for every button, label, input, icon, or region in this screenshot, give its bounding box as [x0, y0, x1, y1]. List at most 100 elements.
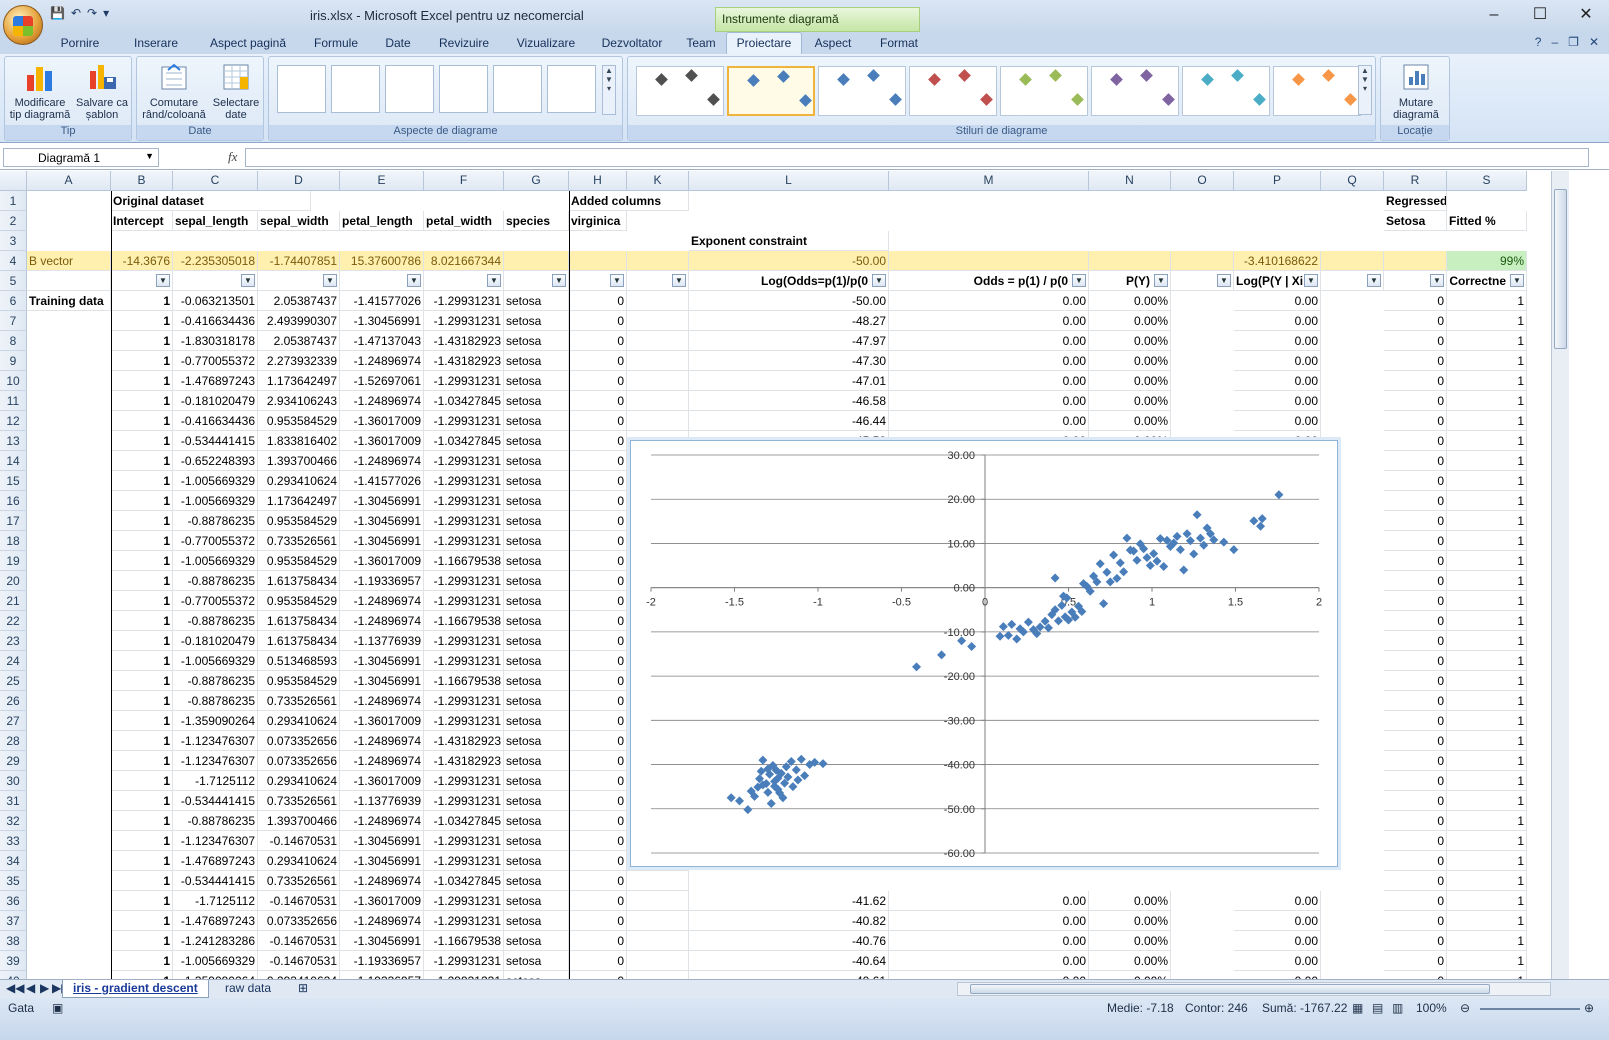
- cell[interactable]: 0.00: [889, 311, 1089, 331]
- cell[interactable]: 0: [569, 451, 627, 471]
- cell[interactable]: 0.00: [1234, 351, 1321, 371]
- cell[interactable]: 0.00: [1234, 951, 1321, 971]
- layout-thumbnail[interactable]: [277, 65, 326, 113]
- cell[interactable]: -46.44: [689, 411, 889, 431]
- cell[interactable]: 0.00: [889, 931, 1089, 951]
- row-header[interactable]: 17: [0, 511, 27, 531]
- row-header[interactable]: 19: [0, 551, 27, 571]
- row-header[interactable]: 7: [0, 311, 27, 331]
- cell[interactable]: -1.24896974: [340, 611, 424, 631]
- cell[interactable]: setosa: [504, 551, 569, 571]
- cell[interactable]: 1: [111, 931, 173, 951]
- cell[interactable]: 0.00%: [1089, 891, 1171, 911]
- cell[interactable]: -1.29931231: [424, 451, 504, 471]
- cell[interactable]: 0: [569, 891, 627, 911]
- column-header[interactable]: E: [340, 171, 424, 191]
- cell[interactable]: -1.36017009: [340, 891, 424, 911]
- cell[interactable]: -1.41577026: [340, 471, 424, 491]
- column-title[interactable]: Setosa: [1384, 211, 1447, 231]
- row-header[interactable]: 22: [0, 611, 27, 631]
- row-header[interactable]: 23: [0, 631, 27, 651]
- cell[interactable]: -1.30456991: [340, 671, 424, 691]
- column-header[interactable]: F: [424, 171, 504, 191]
- tab-format[interactable]: Format: [864, 33, 934, 53]
- sheet-tab-active[interactable]: iris - gradient descent: [62, 980, 209, 998]
- cell[interactable]: 1: [111, 631, 173, 651]
- cell[interactable]: [569, 251, 627, 271]
- cell[interactable]: 1: [1447, 831, 1527, 851]
- cell[interactable]: setosa: [504, 891, 569, 911]
- minimize-workbook-icon[interactable]: –: [1551, 35, 1558, 49]
- cell[interactable]: 1.173642497: [258, 371, 340, 391]
- cell[interactable]: -0.88786235: [173, 611, 258, 631]
- column-title[interactable]: Exponent constraint: [689, 231, 889, 251]
- function-icon[interactable]: fx: [228, 149, 237, 165]
- cell[interactable]: -48.27: [689, 311, 889, 331]
- cell[interactable]: 0: [1384, 691, 1447, 711]
- cell[interactable]: 0: [569, 951, 627, 971]
- cell[interactable]: -1.36017009: [340, 551, 424, 571]
- cell[interactable]: -0.88786235: [173, 511, 258, 531]
- cell[interactable]: 0.00: [889, 291, 1089, 311]
- tab-vizualizare[interactable]: Vizualizare: [504, 33, 588, 53]
- cell[interactable]: -0.770055372: [173, 351, 258, 371]
- undo-icon[interactable]: ↶: [71, 6, 81, 20]
- cell[interactable]: 0: [1384, 931, 1447, 951]
- cell[interactable]: [889, 251, 1089, 271]
- zoom-in-icon[interactable]: ⊕: [1584, 1001, 1594, 1015]
- cell[interactable]: 0.00%: [1089, 951, 1171, 971]
- cell[interactable]: 0: [1384, 891, 1447, 911]
- cell[interactable]: 1: [111, 531, 173, 551]
- cell[interactable]: 0.00%: [1089, 411, 1171, 431]
- cell[interactable]: -1.43182923: [424, 731, 504, 751]
- cell[interactable]: -1.36017009: [340, 711, 424, 731]
- cell[interactable]: ▼: [340, 271, 424, 291]
- cell[interactable]: 0: [569, 291, 627, 311]
- cell[interactable]: 1: [1447, 851, 1527, 871]
- column-header[interactable]: K: [627, 171, 689, 191]
- horizontal-scroll-thumb[interactable]: [970, 984, 1490, 994]
- row-header[interactable]: 39: [0, 951, 27, 971]
- cell[interactable]: -1.24896974: [340, 351, 424, 371]
- chart-style-option[interactable]: [1182, 66, 1270, 116]
- cell[interactable]: setosa: [504, 431, 569, 451]
- section-label[interactable]: Regressed: [1384, 191, 1447, 211]
- cell[interactable]: 0: [1384, 591, 1447, 611]
- cell[interactable]: 0: [569, 331, 627, 351]
- cell[interactable]: 1: [111, 731, 173, 751]
- cell[interactable]: 0: [569, 811, 627, 831]
- cell[interactable]: 0.00%: [1089, 291, 1171, 311]
- cell[interactable]: setosa: [504, 931, 569, 951]
- cell[interactable]: -40.64: [689, 951, 889, 971]
- cell[interactable]: 0: [569, 731, 627, 751]
- formula-input[interactable]: [245, 148, 1589, 167]
- row-header[interactable]: 14: [0, 451, 27, 471]
- section-label[interactable]: Added columns: [569, 191, 689, 211]
- cell[interactable]: setosa: [504, 371, 569, 391]
- filter-dropdown-icon[interactable]: ▼: [1154, 274, 1168, 287]
- cell[interactable]: -1.123476307: [173, 751, 258, 771]
- cell[interactable]: 1: [1447, 871, 1527, 891]
- page-break-view-icon[interactable]: ▥: [1392, 1001, 1403, 1015]
- cell[interactable]: 1: [1447, 571, 1527, 591]
- cell[interactable]: setosa: [504, 831, 569, 851]
- cell[interactable]: -1.03427845: [424, 871, 504, 891]
- column-header[interactable]: N: [1089, 171, 1171, 191]
- cell[interactable]: 0: [1384, 711, 1447, 731]
- cell[interactable]: setosa: [504, 911, 569, 931]
- page-layout-view-icon[interactable]: ▤: [1372, 1001, 1383, 1015]
- cell[interactable]: setosa: [504, 471, 569, 491]
- cell[interactable]: -1.03427845: [424, 811, 504, 831]
- cell[interactable]: 0: [1384, 551, 1447, 571]
- cell[interactable]: 1: [1447, 391, 1527, 411]
- filter-dropdown-icon[interactable]: ▼: [1072, 274, 1086, 287]
- row-header[interactable]: 15: [0, 471, 27, 491]
- cell[interactable]: -1.30456991: [340, 531, 424, 551]
- cell[interactable]: -1.29931231: [424, 371, 504, 391]
- save-icon[interactable]: 💾: [50, 6, 65, 20]
- row-header[interactable]: 5: [0, 271, 27, 291]
- cell[interactable]: 1: [111, 891, 173, 911]
- cell[interactable]: 1: [1447, 691, 1527, 711]
- cell[interactable]: -1.36017009: [340, 771, 424, 791]
- cell[interactable]: setosa: [504, 751, 569, 771]
